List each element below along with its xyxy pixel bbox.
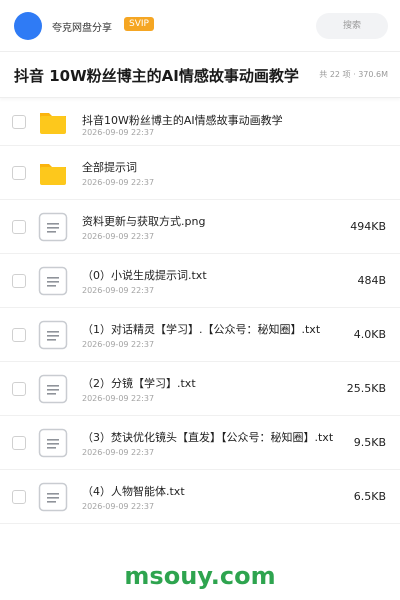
file-size: 4.0KB bbox=[353, 327, 386, 341]
file-row[interactable]: （2）分镜【学习】.txt 2026-09-09 22:37 25.5KB bbox=[0, 362, 400, 416]
select-checkbox[interactable] bbox=[12, 327, 26, 342]
file-date: 2026-09-09 22:37 bbox=[82, 394, 155, 403]
select-checkbox[interactable] bbox=[12, 489, 26, 504]
document-icon bbox=[38, 320, 68, 350]
share-header: 夸克网盘分享 SVIP 搜索 bbox=[0, 0, 400, 52]
file-name: （2）分镜【学习】.txt bbox=[82, 377, 196, 390]
site-name: 夸克网盘分享 bbox=[52, 23, 112, 34]
file-name: 抖音10W粉丝博主的AI情感故事动画教学 bbox=[82, 114, 283, 127]
document-icon bbox=[38, 482, 68, 512]
folder-meta: 共 22 项 · 370.6M bbox=[319, 70, 388, 79]
avatar[interactable] bbox=[14, 12, 42, 40]
file-name: 全部提示词 bbox=[82, 161, 137, 174]
select-checkbox[interactable] bbox=[12, 165, 26, 180]
file-name: （0）小说生成提示词.txt bbox=[82, 269, 207, 282]
file-row[interactable]: （3）焚诀优化镜头【直发】【公众号：秘知圈】.txt 2026-09-09 22:… bbox=[0, 416, 400, 470]
file-date: 2026-09-09 22:37 bbox=[82, 502, 155, 511]
search-input[interactable]: 搜索 bbox=[316, 13, 388, 39]
folder-row[interactable]: 抖音10W粉丝博主的AI情感故事动画教学 2026-09-09 22:37 bbox=[0, 98, 400, 146]
file-size: 6.5KB bbox=[353, 489, 386, 503]
file-name: （4）人物智能体.txt bbox=[82, 485, 185, 498]
select-checkbox[interactable] bbox=[12, 435, 26, 450]
select-checkbox[interactable] bbox=[12, 114, 26, 129]
watermark: msouy.com bbox=[124, 562, 276, 590]
document-icon bbox=[38, 212, 68, 242]
folder-icon bbox=[38, 158, 68, 188]
file-name: （3）焚诀优化镜头【直发】【公众号：秘知圈】.txt bbox=[82, 431, 334, 444]
folder-row[interactable]: 全部提示词 2026-09-09 22:37 bbox=[0, 146, 400, 200]
file-date: 2026-09-09 22:37 bbox=[82, 232, 155, 241]
file-size: 25.5KB bbox=[346, 381, 386, 395]
file-size: 9.5KB bbox=[353, 435, 386, 449]
document-icon bbox=[38, 266, 68, 296]
file-size: 484B bbox=[357, 273, 386, 287]
file-date: 2026-09-09 22:37 bbox=[82, 448, 155, 457]
file-name: 资料更新与获取方式.png bbox=[82, 215, 206, 228]
page-title: 抖音 10W粉丝博主的AI情感故事动画教学 bbox=[14, 67, 299, 85]
file-name: （1）对话精灵【学习】.【公众号：秘知圈】.txt bbox=[82, 323, 321, 336]
file-date: 2026-09-09 22:37 bbox=[82, 128, 155, 137]
file-date: 2026-09-09 22:37 bbox=[82, 340, 155, 349]
file-date: 2026-09-09 22:37 bbox=[82, 178, 155, 187]
file-row[interactable]: （1）对话精灵【学习】.【公众号：秘知圈】.txt 2026-09-09 22:3… bbox=[0, 308, 400, 362]
file-list: 抖音10W粉丝博主的AI情感故事动画教学 2026-09-09 22:37 全部提示… bbox=[0, 98, 400, 524]
file-row[interactable]: （0）小说生成提示词.txt 2026-09-09 22:37 484B bbox=[0, 254, 400, 308]
svip-badge: SVIP bbox=[124, 17, 154, 31]
file-row[interactable]: （4）人物智能体.txt 2026-09-09 22:37 6.5KB bbox=[0, 470, 400, 524]
select-checkbox[interactable] bbox=[12, 219, 26, 234]
document-icon bbox=[38, 374, 68, 404]
footer: msouy.com bbox=[0, 548, 400, 600]
folder-title-bar: 抖音 10W粉丝博主的AI情感故事动画教学 共 22 项 · 370.6M bbox=[0, 52, 400, 98]
select-checkbox[interactable] bbox=[12, 273, 26, 288]
file-size: 494KB bbox=[350, 219, 386, 233]
file-row[interactable]: 资料更新与获取方式.png 2026-09-09 22:37 494KB bbox=[0, 200, 400, 254]
folder-icon bbox=[38, 107, 68, 137]
document-icon bbox=[38, 428, 68, 458]
select-checkbox[interactable] bbox=[12, 381, 26, 396]
file-date: 2026-09-09 22:37 bbox=[82, 286, 155, 295]
